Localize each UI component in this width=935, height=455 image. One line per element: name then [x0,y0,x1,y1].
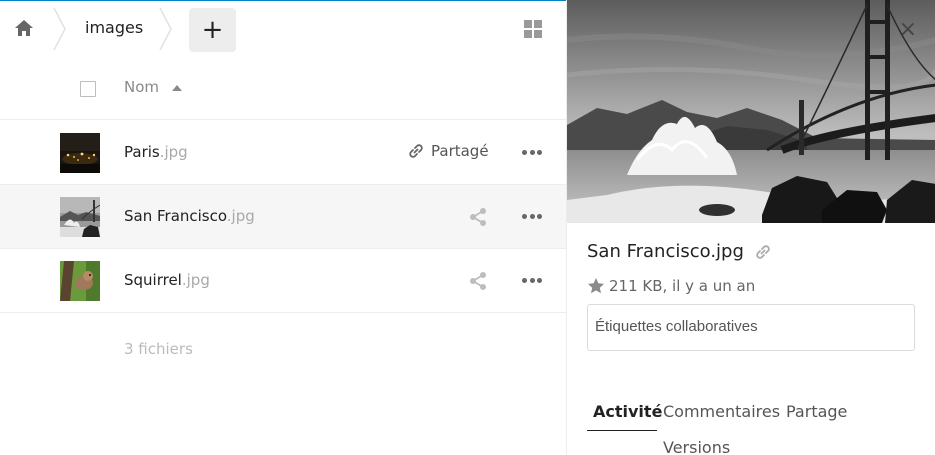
breadcrumb-separator [53,7,66,51]
tab-activity[interactable]: Activité [593,402,662,421]
file-name-base: Squirrel [124,271,182,289]
select-all-checkbox[interactable] [80,81,96,97]
more-actions-icon[interactable] [522,214,542,220]
share-icon[interactable] [468,207,488,227]
sort-ascending-icon[interactable] [172,85,182,91]
file-row[interactable]: Paris.jpg Partagé [0,121,566,185]
grid-view-icon[interactable] [524,20,544,40]
file-name-base: San Francisco [124,207,227,225]
file-title-row: San Francisco.jpg [587,241,772,262]
controls-bar: images + [0,0,566,58]
breadcrumb-current[interactable]: images [85,18,143,37]
more-actions-icon[interactable] [522,150,542,156]
share-icon[interactable] [468,271,488,291]
close-icon[interactable]: × [899,19,917,41]
file-title: San Francisco.jpg [587,241,744,262]
file-thumbnail [60,133,100,173]
shared-link-button[interactable]: Partagé [407,142,489,160]
tab-versions[interactable]: Versions [663,438,730,455]
file-name[interactable]: Squirrel.jpg [124,271,210,289]
details-sidebar: × San Francisco.jpg 211 KB, il y a un an… [566,0,935,455]
file-extension: .jpg [181,271,210,289]
favorite-star-icon[interactable] [587,277,605,295]
link-icon [409,144,423,158]
file-extension: .jpg [226,207,255,225]
file-row[interactable]: Squirrel.jpg [0,249,566,313]
file-name[interactable]: San Francisco.jpg [124,207,255,225]
more-actions-icon[interactable] [522,278,542,284]
file-row[interactable]: San Francisco.jpg [0,185,566,249]
new-button[interactable]: + [189,8,236,52]
tab-sharing[interactable]: Partage [786,402,847,421]
tab-comments[interactable]: Commentaires [663,402,780,421]
image-preview [567,0,935,223]
active-tab-indicator [587,430,657,431]
home-icon[interactable] [12,17,36,39]
collaborative-tags-input[interactable]: Étiquettes collaboratives [587,304,915,351]
file-extension: .jpg [159,143,188,161]
shared-label: Partagé [431,142,489,160]
file-thumbnail [60,197,100,237]
file-size-date: 211 KB, il y a un an [609,277,756,295]
breadcrumb-separator [159,7,172,51]
file-name[interactable]: Paris.jpg [124,143,188,161]
file-meta: 211 KB, il y a un an [587,277,755,295]
file-count-summary: 3 fichiers [124,340,193,358]
file-name-base: Paris [124,143,160,161]
file-thumbnail [60,261,100,301]
file-list-panel: images + Nom Paris.jpg Partagé San Franc… [0,0,566,455]
column-name-header[interactable]: Nom [124,78,159,96]
link-icon[interactable] [754,243,772,261]
file-list-header: Nom [0,58,566,120]
